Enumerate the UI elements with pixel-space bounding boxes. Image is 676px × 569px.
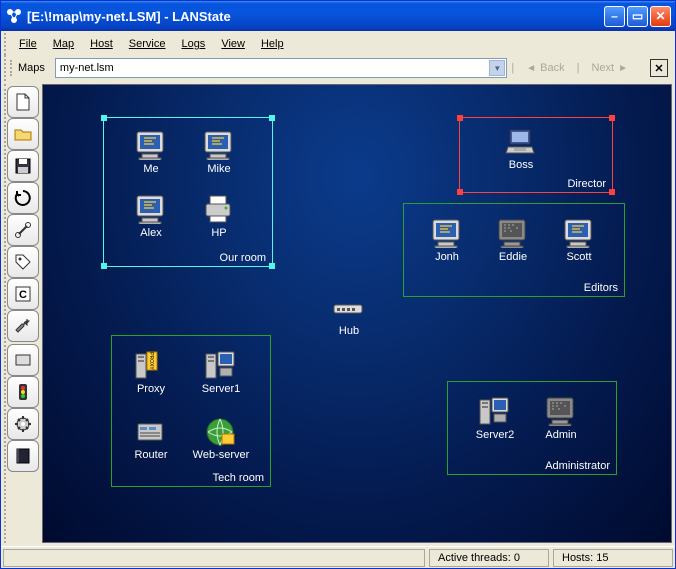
node-hp[interactable]: HP bbox=[191, 193, 247, 239]
group-label-our-room: Our room bbox=[220, 252, 266, 264]
menu-logs[interactable]: Logs bbox=[174, 36, 212, 52]
node-scott[interactable]: Scott bbox=[551, 217, 607, 263]
tool-file[interactable] bbox=[7, 86, 39, 118]
menu-file[interactable]: File bbox=[12, 36, 44, 52]
node-admin[interactable]: Admin bbox=[533, 395, 589, 441]
node-webserver[interactable]: Web-server bbox=[193, 415, 249, 461]
group-label-administrator: Administrator bbox=[545, 460, 610, 472]
node-alex[interactable]: Alex bbox=[123, 193, 179, 239]
group-label-editors: Editors bbox=[584, 282, 618, 294]
menu-host[interactable]: Host bbox=[83, 36, 120, 52]
node-eddie[interactable]: Eddie bbox=[485, 217, 541, 263]
statusbar: Active threads: 0 Hosts: 15 bbox=[1, 546, 675, 568]
tool-tag[interactable] bbox=[7, 246, 39, 278]
node-mike[interactable]: Mike bbox=[191, 129, 247, 175]
node-server2[interactable]: Server2 bbox=[467, 395, 523, 441]
node-hub[interactable]: Hub bbox=[321, 291, 377, 337]
maps-label: Maps bbox=[10, 60, 51, 76]
maps-toolbar: Maps my-net.lsm ▼ | ◄Back | Next► ✕ bbox=[4, 55, 672, 81]
minimize-button[interactable]: – bbox=[604, 6, 625, 27]
menubar: File Map Host Service Logs View Help bbox=[4, 33, 672, 55]
current-map-name: my-net.lsm bbox=[60, 62, 114, 74]
node-router[interactable]: Router bbox=[123, 415, 179, 461]
titlebar: [E:\!map\my-net.LSM] - LANState – ▭ ✕ bbox=[1, 1, 675, 31]
status-empty bbox=[3, 549, 425, 567]
tool-gear[interactable] bbox=[7, 408, 39, 440]
tool-book[interactable] bbox=[7, 440, 39, 472]
menu-map[interactable]: Map bbox=[46, 36, 81, 52]
svg-text:C: C bbox=[19, 289, 27, 301]
dropdown-arrow-icon: ▼ bbox=[489, 60, 505, 76]
network-canvas[interactable]: Our room Me Mike Alex HP Director Boss E… bbox=[42, 84, 672, 543]
tool-copyright[interactable]: C bbox=[7, 278, 39, 310]
close-button[interactable]: ✕ bbox=[650, 6, 671, 27]
node-proxy[interactable]: Proxy bbox=[123, 349, 179, 395]
main-window: [E:\!map\my-net.LSM] - LANState – ▭ ✕ Fi… bbox=[0, 0, 676, 569]
tool-save[interactable] bbox=[7, 150, 39, 182]
tool-link[interactable] bbox=[7, 214, 39, 246]
close-panel-button[interactable]: ✕ bbox=[650, 59, 668, 77]
node-jonh[interactable]: Jonh bbox=[419, 217, 475, 263]
node-server1[interactable]: Server1 bbox=[193, 349, 249, 395]
tool-refresh[interactable] bbox=[7, 182, 39, 214]
tool-open[interactable] bbox=[7, 118, 39, 150]
app-icon bbox=[5, 7, 23, 25]
window-title: [E:\!map\my-net.LSM] - LANState bbox=[27, 9, 604, 24]
map-selector-dropdown[interactable]: my-net.lsm ▼ bbox=[55, 58, 507, 78]
tool-traffic[interactable] bbox=[7, 376, 39, 408]
group-label-director: Director bbox=[567, 178, 606, 190]
node-me[interactable]: Me bbox=[123, 129, 179, 175]
menu-service[interactable]: Service bbox=[122, 36, 173, 52]
tool-rect[interactable] bbox=[7, 344, 39, 376]
menu-view[interactable]: View bbox=[214, 36, 252, 52]
tool-wrench[interactable] bbox=[7, 310, 39, 342]
back-button[interactable]: ◄Back bbox=[518, 60, 572, 76]
next-button[interactable]: Next► bbox=[583, 60, 636, 76]
group-label-tech-room: Tech room bbox=[213, 472, 264, 484]
menu-help[interactable]: Help bbox=[254, 36, 291, 52]
status-active-threads: Active threads: 0 bbox=[429, 549, 549, 567]
tool-palette: C bbox=[4, 84, 40, 543]
node-boss[interactable]: Boss bbox=[493, 125, 549, 171]
status-hosts: Hosts: 15 bbox=[553, 549, 673, 567]
maximize-button[interactable]: ▭ bbox=[627, 6, 648, 27]
